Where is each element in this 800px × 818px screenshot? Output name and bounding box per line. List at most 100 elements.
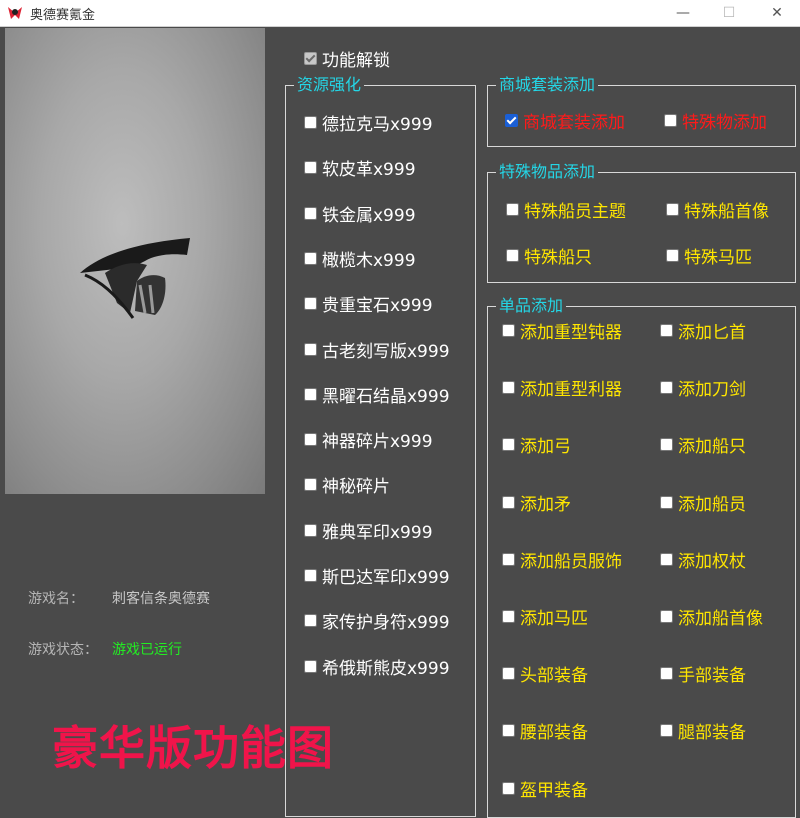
- resource-item-9-checkbox[interactable]: 雅典军印x999: [304, 518, 433, 543]
- single-items-group-title: 单品添加: [496, 296, 567, 316]
- app-logo-icon: [8, 7, 22, 19]
- resource-item-1-checkbox[interactable]: 软皮革x999: [304, 155, 416, 180]
- game-name-label: 游戏名：: [28, 591, 84, 607]
- single-item-3-checkbox-box[interactable]: [660, 381, 673, 395]
- single-item-0-checkbox-box[interactable]: [502, 324, 515, 337]
- single-item-11-checkbox[interactable]: 添加船首像: [660, 604, 763, 629]
- single-item-11-checkbox-box[interactable]: [660, 610, 673, 623]
- single-item-3-label: 添加刀剑: [678, 380, 746, 401]
- unlock-checkbox-box[interactable]: [304, 52, 317, 65]
- single-item-1-checkbox[interactable]: 添加匕首: [660, 318, 746, 343]
- single-item-12-checkbox-box[interactable]: [502, 667, 515, 681]
- game-name-value: 刺客信条奥德赛: [112, 591, 210, 607]
- single-item-7-label: 添加船员: [678, 494, 746, 515]
- resource-item-8-checkbox[interactable]: 神秘碎片: [304, 472, 390, 497]
- resource-item-5-checkbox[interactable]: 古老刻写版x999: [304, 337, 450, 362]
- single-item-4-checkbox-box[interactable]: [502, 438, 515, 452]
- single-item-8-checkbox-box[interactable]: [502, 552, 515, 566]
- resource-item-10-checkbox[interactable]: 斯巴达军印x999: [304, 563, 450, 588]
- resource-item-12-checkbox[interactable]: 希俄斯熊皮x999: [304, 654, 450, 679]
- single-item-15-label: 腿部装备: [678, 723, 746, 744]
- single-item-12-checkbox[interactable]: 头部装备: [502, 661, 588, 686]
- special-item-1-checkbox[interactable]: 特殊船首像: [666, 197, 769, 222]
- resource-item-8-checkbox-box[interactable]: [304, 478, 317, 492]
- resource-item-4-checkbox-box[interactable]: [304, 297, 317, 311]
- single-item-9-checkbox-box[interactable]: [660, 552, 673, 566]
- single-item-15-checkbox[interactable]: 腿部装备: [660, 718, 746, 743]
- single-item-6-checkbox-box[interactable]: [502, 495, 515, 509]
- resource-item-4-checkbox[interactable]: 贵重宝石x999: [304, 291, 433, 316]
- single-item-14-checkbox-box[interactable]: [502, 724, 515, 738]
- special-item-0-checkbox-box[interactable]: [506, 203, 519, 216]
- single-item-9-checkbox[interactable]: 添加权杖: [660, 547, 746, 572]
- special-add-checkbox-box[interactable]: [664, 114, 677, 127]
- single-item-7-checkbox-box[interactable]: [660, 495, 673, 509]
- resource-item-3-checkbox[interactable]: 橄榄木x999: [304, 246, 416, 271]
- eagle-mask-icon: [80, 238, 190, 319]
- single-item-2-checkbox[interactable]: 添加重型利器: [502, 375, 622, 400]
- resource-item-2-label: 铁金属x999: [322, 205, 416, 226]
- resource-item-7-checkbox[interactable]: 神器碎片x999: [304, 427, 433, 452]
- single-item-16-checkbox-box[interactable]: [502, 781, 515, 795]
- special-item-3-label: 特殊马匹: [684, 248, 752, 268]
- special-item-1-checkbox-box[interactable]: [666, 203, 679, 216]
- special-add-label: 特殊物添加: [682, 113, 767, 133]
- special-item-2-checkbox-box[interactable]: [506, 249, 519, 262]
- single-item-13-checkbox-box[interactable]: [660, 667, 673, 681]
- single-item-0-checkbox[interactable]: 添加重型钝器: [502, 318, 622, 343]
- resource-item-5-checkbox-box[interactable]: [304, 342, 317, 356]
- single-item-2-checkbox-box[interactable]: [502, 381, 515, 395]
- single-item-5-checkbox-box[interactable]: [660, 438, 673, 452]
- resource-item-11-checkbox-box[interactable]: [304, 614, 317, 628]
- special-items-group-title: 特殊物品添加: [496, 162, 599, 182]
- resource-item-5-label: 古老刻写版x999: [322, 341, 450, 362]
- single-item-8-label: 添加船员服饰: [520, 551, 622, 572]
- special-item-3-checkbox[interactable]: 特殊马匹: [666, 243, 752, 268]
- resource-item-1-checkbox-box[interactable]: [304, 161, 317, 175]
- single-item-10-checkbox-box[interactable]: [502, 610, 515, 623]
- resource-item-10-checkbox-box[interactable]: [304, 569, 317, 582]
- single-item-3-checkbox[interactable]: 添加刀剑: [660, 375, 746, 400]
- resource-item-11-checkbox[interactable]: 家传护身符x999: [304, 608, 450, 633]
- resource-item-2-checkbox[interactable]: 铁金属x999: [304, 201, 416, 226]
- single-item-8-checkbox[interactable]: 添加船员服饰: [502, 547, 622, 572]
- resource-item-7-checkbox-box[interactable]: [304, 433, 317, 447]
- resource-item-2-checkbox-box[interactable]: [304, 206, 317, 220]
- single-item-13-checkbox[interactable]: 手部装备: [660, 661, 746, 686]
- single-item-10-checkbox[interactable]: 添加马匹: [502, 604, 588, 629]
- special-item-2-checkbox[interactable]: 特殊船只: [506, 243, 592, 268]
- unlock-checkbox[interactable]: 功能解锁: [304, 46, 390, 71]
- resource-item-6-checkbox[interactable]: 黑曜石结晶x999: [304, 382, 450, 407]
- resource-item-0-checkbox-box[interactable]: [304, 116, 317, 129]
- special-item-0-checkbox[interactable]: 特殊船员主题: [506, 197, 626, 222]
- mall-set-checkbox-box[interactable]: [505, 114, 518, 127]
- single-item-4-label: 添加弓: [520, 437, 571, 458]
- mall-set-label: 商城套装添加: [523, 113, 625, 133]
- maximize-button[interactable]: ☐: [706, 0, 752, 26]
- single-item-4-checkbox[interactable]: 添加弓: [502, 432, 571, 457]
- resource-item-9-label: 雅典军印x999: [322, 522, 433, 543]
- game-banner-image: [5, 28, 265, 494]
- minimize-button[interactable]: —: [660, 0, 706, 26]
- resource-item-12-checkbox-box[interactable]: [304, 659, 317, 673]
- single-item-5-label: 添加船只: [678, 437, 746, 458]
- single-item-7-checkbox[interactable]: 添加船员: [660, 490, 746, 515]
- single-item-13-label: 手部装备: [678, 666, 746, 687]
- resources-group-title: 资源强化: [294, 75, 365, 95]
- single-item-1-checkbox-box[interactable]: [660, 324, 673, 337]
- resource-item-7-label: 神器碎片x999: [322, 432, 433, 453]
- resource-item-3-checkbox-box[interactable]: [304, 251, 317, 265]
- single-item-14-checkbox[interactable]: 腰部装备: [502, 718, 588, 743]
- resource-item-12-label: 希俄斯熊皮x999: [322, 658, 450, 679]
- special-item-3-checkbox-box[interactable]: [666, 249, 679, 262]
- special-add-checkbox[interactable]: 特殊物添加: [664, 108, 767, 133]
- close-button[interactable]: ✕: [754, 0, 800, 26]
- single-item-6-checkbox[interactable]: 添加矛: [502, 490, 571, 515]
- resource-item-9-checkbox-box[interactable]: [304, 523, 317, 537]
- resource-item-0-checkbox[interactable]: 德拉克马x999: [304, 110, 433, 135]
- resource-item-6-checkbox-box[interactable]: [304, 387, 317, 401]
- single-item-15-checkbox-box[interactable]: [660, 724, 673, 738]
- single-item-5-checkbox[interactable]: 添加船只: [660, 432, 746, 457]
- single-item-16-checkbox[interactable]: 盔甲装备: [502, 776, 588, 801]
- mall-set-checkbox[interactable]: 商城套装添加: [505, 108, 625, 133]
